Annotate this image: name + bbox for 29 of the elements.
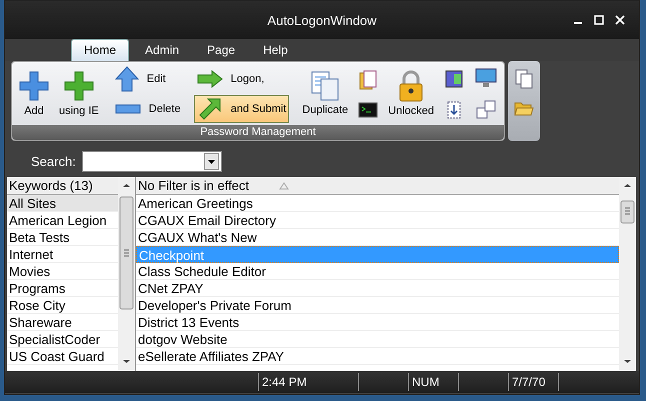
- column-header[interactable]: Keywords (13): [7, 177, 118, 195]
- status-num-lock: NUM: [409, 373, 459, 391]
- search-label: Search:: [31, 154, 76, 168]
- delete-button[interactable]: Delete: [112, 94, 184, 122]
- submit-button[interactable]: and Submit: [194, 94, 290, 122]
- site-row[interactable]: District 13 Events: [136, 314, 619, 331]
- add-button[interactable]: Add: [15, 68, 53, 119]
- status-date: 7/7/70: [509, 373, 559, 391]
- ribbon-tab[interactable]: Home: [71, 39, 130, 61]
- lock-button[interactable]: Unlocked: [385, 68, 438, 119]
- status-time: 2:44 PM: [259, 373, 359, 391]
- group-label: Password Management: [12, 125, 504, 140]
- duplicate-button[interactable]: Duplicate: [299, 69, 352, 118]
- site-row[interactable]: Class Schedule Editor: [136, 263, 619, 280]
- site-row[interactable]: CNet ZPAY: [136, 280, 619, 297]
- ribbon-tab[interactable]: Admin: [133, 40, 192, 61]
- add-ie-button[interactable]: using IE: [56, 68, 102, 119]
- site-row[interactable]: dotgov Website: [136, 331, 619, 348]
- keyword-item[interactable]: All Sites: [7, 195, 118, 212]
- site-row[interactable]: American Greetings: [136, 195, 619, 212]
- ribbon-tab[interactable]: Help: [251, 40, 300, 61]
- window-title: AutoLogonWindow: [267, 12, 377, 28]
- site-row[interactable]: CGAUX Email Directory: [136, 212, 619, 229]
- site-row[interactable]: Developer's Private Forum: [136, 297, 619, 314]
- ribbon-tab[interactable]: Page: [195, 40, 248, 61]
- site-row[interactable]: eSellerate Affiliates ZPAY: [136, 348, 619, 365]
- column-header[interactable]: No Filter is in effect: [136, 177, 619, 195]
- edit-button[interactable]: Edit: [112, 64, 184, 92]
- logon-button[interactable]: Logon,: [194, 64, 290, 92]
